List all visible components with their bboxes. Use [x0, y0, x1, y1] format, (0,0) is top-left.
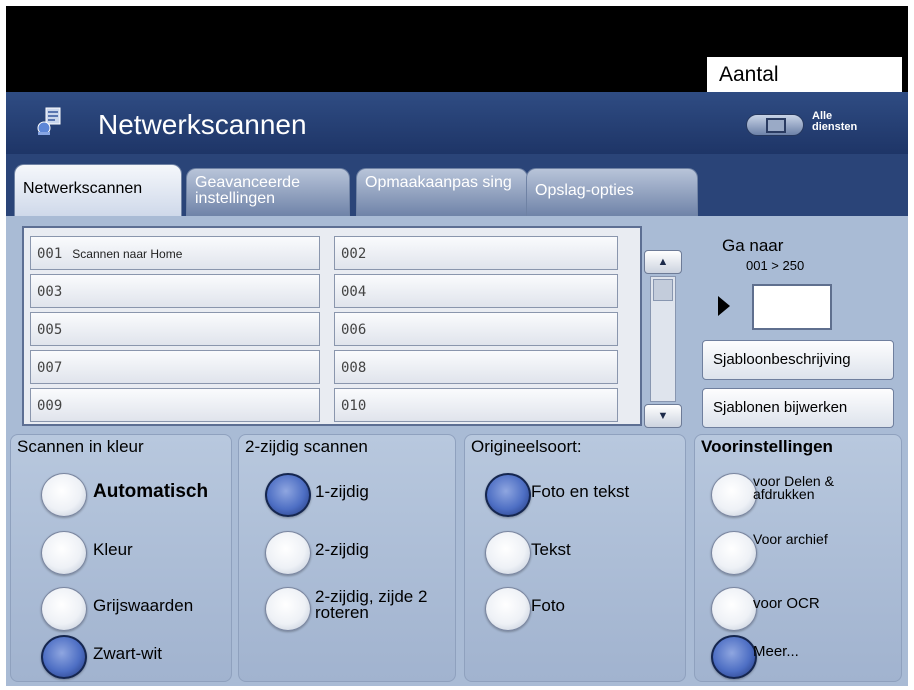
option-label: Kleur	[93, 540, 133, 559]
goto-range: 001 > 250	[746, 258, 805, 273]
template-number: 006	[341, 322, 367, 338]
radio-button[interactable]	[265, 587, 311, 631]
option-label: Grijswaarden	[93, 596, 194, 615]
template-item[interactable]: 001 Scannen naar Home	[30, 236, 320, 270]
template-number: 004	[341, 284, 367, 300]
app-header: Netwerkscannen Alle diensten	[6, 92, 908, 154]
scroll-track[interactable]	[650, 276, 676, 402]
radio-button[interactable]	[485, 531, 531, 575]
option-label: Foto en tekst	[531, 482, 630, 501]
template-item[interactable]: 004	[334, 274, 618, 308]
option-label: 2-zijdig	[315, 540, 369, 559]
template-number: 002	[341, 246, 367, 262]
template-list: 001 Scannen naar Home 002 003 004 005 006 007 00…	[22, 226, 682, 428]
template-item[interactable]: 005	[30, 312, 320, 346]
presets-option[interactable]: Voor archief	[695, 531, 901, 581]
color-option[interactable]: Kleur	[11, 531, 231, 581]
radio-button[interactable]	[711, 587, 757, 631]
top-bar: Aantal	[6, 6, 908, 92]
goto-input[interactable]	[752, 284, 832, 330]
template-number: 010	[341, 398, 367, 414]
sides-option[interactable]: 2-zijdig	[239, 531, 455, 581]
duplex-scan-group: 2-zijdig scannen 1-zijdig 2-zijdig 2-zijdi…	[238, 434, 456, 682]
template-name: Scannen naar Home	[72, 247, 183, 261]
template-item[interactable]: 009	[30, 388, 320, 422]
option-label: Zwart-wit	[93, 644, 162, 663]
goto-label: Ga naar	[722, 236, 784, 255]
page-title: Netwerkscannen	[98, 109, 307, 140]
radio-button[interactable]	[41, 635, 87, 679]
tab-layout-adjustment[interactable]: Opmaakaanpas sing	[356, 168, 528, 216]
radio-button[interactable]	[711, 635, 757, 679]
option-label: voor Delen & afdrukken	[753, 473, 834, 502]
radio-button[interactable]	[265, 473, 311, 517]
scroll-thumb[interactable]	[653, 279, 673, 301]
tab-advanced-settings[interactable]: Geavanceerde instellingen	[186, 168, 350, 216]
option-label: Voor archief	[753, 531, 828, 547]
update-templates-button[interactable]: Sjablonen bijwerken	[702, 388, 894, 428]
template-number: 005	[37, 322, 63, 338]
tab-network-scan[interactable]: Netwerkscannen	[14, 164, 182, 216]
radio-button[interactable]	[265, 531, 311, 575]
option-label: Tekst	[531, 540, 571, 559]
network-scan-icon	[37, 107, 61, 135]
color-option[interactable]: Automatisch	[11, 473, 231, 523]
radio-button[interactable]	[711, 473, 757, 517]
option-label: voor OCR	[753, 595, 820, 612]
main-panel: 001 Scannen naar Home 002 003 004 005 006 007 00…	[6, 216, 908, 686]
template-item[interactable]: 010	[334, 388, 618, 422]
template-item[interactable]: 006	[334, 312, 618, 346]
all-services-icon	[746, 114, 804, 136]
template-item[interactable]: 008	[334, 350, 618, 384]
option-label: 1-zijdig	[315, 482, 369, 501]
all-services-button[interactable]: Alle diensten	[746, 110, 896, 140]
tab-bar: Netwerkscannen Geavanceerde instellingen…	[6, 154, 908, 216]
color-option[interactable]: Grijswaarden	[11, 587, 231, 637]
template-item[interactable]: 003	[30, 274, 320, 308]
color-scan-group: Scannen in kleur Automatisch Kleur Grijswa…	[10, 434, 232, 682]
group-title: Scannen in kleur	[17, 437, 144, 456]
group-title: 2-zijdig scannen	[245, 437, 368, 456]
template-scrollbar[interactable]: ▲ ▼	[644, 238, 682, 438]
radio-button[interactable]	[41, 531, 87, 575]
radio-button[interactable]	[485, 587, 531, 631]
all-services-label: Alle diensten	[812, 110, 858, 133]
radio-button[interactable]	[711, 531, 757, 575]
presets-group: Voorinstellingen voor Delen & afdrukken V…	[694, 434, 902, 682]
radio-button[interactable]	[41, 587, 87, 631]
original-type-group: Origineelsoort: Foto en tekst Tekst Foto	[464, 434, 686, 682]
radio-button[interactable]	[485, 473, 531, 517]
template-item[interactable]: 007	[30, 350, 320, 384]
template-item[interactable]: 002	[334, 236, 618, 270]
option-label: 2-zijdig, zijde 2 roteren	[315, 587, 428, 622]
template-number: 009	[37, 398, 63, 414]
sides-option[interactable]: 1-zijdig	[239, 473, 455, 523]
device-screen: Aantal Netwerkscannen Alle diensten Netw…	[6, 6, 908, 686]
sides-option[interactable]: 2-zijdig, zijde 2 roteren	[239, 587, 455, 637]
original-option[interactable]: Foto en tekst	[465, 473, 685, 523]
template-number: 008	[341, 360, 367, 376]
group-title: Voorinstellingen	[701, 437, 833, 456]
arrow-right-icon	[718, 296, 730, 316]
original-option[interactable]: Foto	[465, 587, 685, 637]
color-option[interactable]: Zwart-wit	[11, 635, 231, 685]
presets-option[interactable]: Meer...	[695, 635, 901, 685]
radio-button[interactable]	[41, 473, 87, 517]
scroll-up-icon[interactable]: ▲	[644, 250, 682, 274]
template-number: 001	[37, 246, 63, 262]
option-label: Meer...	[753, 643, 799, 660]
quantity-field[interactable]: Aantal	[707, 57, 902, 92]
template-number: 003	[37, 284, 63, 300]
tab-storage-options[interactable]: Opslag-opties	[526, 168, 698, 216]
group-title: Origineelsoort:	[471, 437, 582, 456]
template-description-button[interactable]: Sjabloonbeschrijving	[702, 340, 894, 380]
scroll-down-icon[interactable]: ▼	[644, 404, 682, 428]
template-number: 007	[37, 360, 63, 376]
original-option[interactable]: Tekst	[465, 531, 685, 581]
presets-option[interactable]: voor OCR	[695, 587, 901, 637]
presets-option[interactable]: voor Delen & afdrukken	[695, 473, 901, 523]
option-label: Automatisch	[93, 481, 209, 502]
option-label: Foto	[531, 596, 566, 615]
